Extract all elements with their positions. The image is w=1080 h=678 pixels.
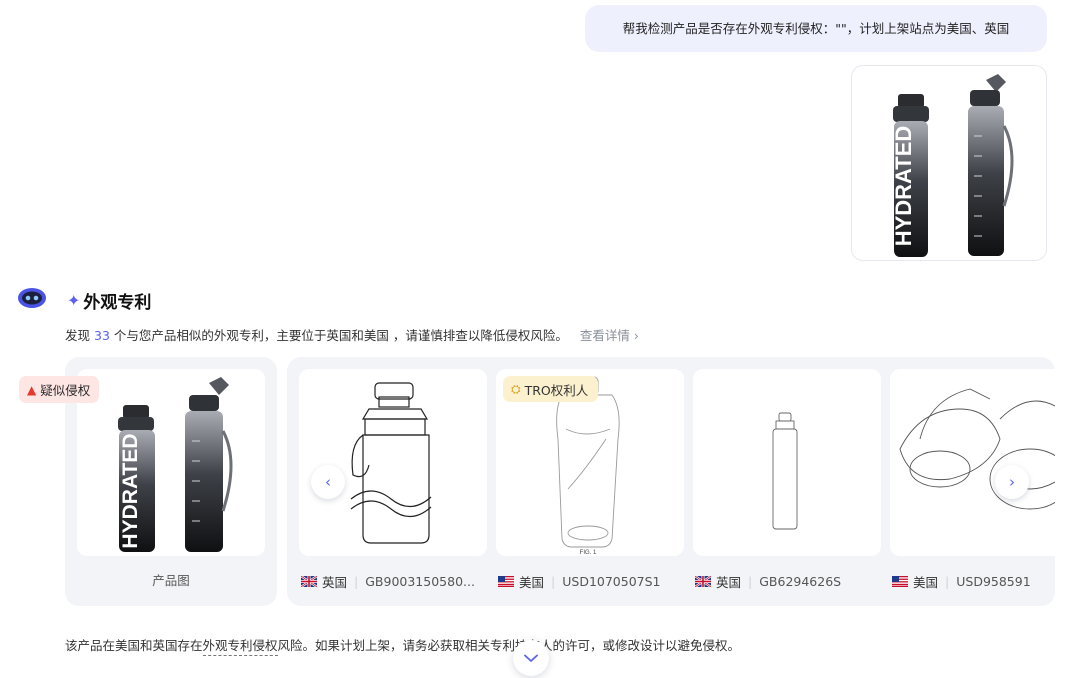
divider: | — [354, 574, 359, 589]
conclusion-prefix: 该产品在美国和英国存在 — [65, 638, 203, 653]
chevron-down-icon — [524, 654, 538, 662]
patent-drawing-4 — [899, 388, 1055, 510]
summary-prefix: 发现 — [65, 328, 91, 343]
svg-text:FIG. 1: FIG. 1 — [580, 550, 597, 556]
patent-drawing-1 — [350, 382, 432, 544]
product-image: HYDRATED — [77, 369, 265, 556]
patent-drawing — [299, 369, 487, 556]
patent-country: 美国 — [519, 575, 545, 590]
warning-icon: ▲ — [27, 382, 37, 397]
patent-number[interactable]: GB6294626S — [759, 574, 841, 589]
user-uploaded-image[interactable]: HYDRATED — [851, 65, 1047, 261]
conclusion-suffix: 风险。如果计划上架，请务必获取相关专利持有人的许可，或修改设计以避免侵权。 — [277, 638, 741, 653]
patent-drawing — [693, 369, 881, 556]
summary-suffix: 个与您产品相似的外观专利，主要位于英国和美国 ，请谨慎排查以降低侵权风险。 — [113, 328, 568, 343]
patent-drawing — [890, 369, 1055, 556]
suspected-infringement-badge: ▲ 疑似侵权 — [19, 376, 100, 403]
patent-number[interactable]: GB9003150580... — [365, 574, 475, 589]
chevron-left-icon: ‹ — [325, 473, 331, 491]
infringement-term[interactable]: 外观专利侵权 — [202, 638, 278, 656]
product-card-label: 产品图 — [152, 573, 190, 588]
product-photo: HYDRATED — [891, 74, 1014, 257]
tro-owner-badge: ⛭ TRO权利人 — [503, 376, 599, 402]
divider: | — [748, 574, 753, 589]
patent-meta: 英国 | GB9003150580... — [301, 572, 475, 591]
divider: | — [945, 574, 950, 589]
robot-icon — [18, 288, 46, 308]
carousel-next-button[interactable]: › — [995, 465, 1029, 499]
summary-text: 发现 33 个与您产品相似的外观专利，主要位于英国和美国 ，请谨慎排查以降低侵权… — [65, 325, 639, 344]
patent-country: 美国 — [913, 575, 939, 590]
uk-flag-icon — [695, 576, 711, 587]
product-photo-thumb: HYDRATED — [118, 377, 233, 552]
tro-owner-label: TRO权利人 — [524, 382, 589, 398]
section-title: ✦ 外观专利 — [67, 287, 151, 313]
view-details-link[interactable]: 查看详情 › — [580, 328, 639, 343]
divider: | — [551, 574, 556, 589]
user-message-bubble: 帮我检测产品是否存在外观专利侵权：""，计划上架站点为美国、英国 — [585, 5, 1047, 52]
user-message-text: 帮我检测产品是否存在外观专利侵权：""，计划上架站点为美国、英国 — [622, 21, 1010, 36]
patent-meta: 美国 | USD1070507S1 — [498, 572, 661, 591]
patent-country: 英国 — [322, 575, 348, 590]
us-flag-icon — [892, 576, 908, 587]
patent-drawing-3 — [772, 412, 798, 530]
bot-avatar — [17, 287, 47, 309]
section-title-text: 外观专利 — [83, 292, 152, 313]
patent-card[interactable]: FIG. 1 ⛭ TRO权利人 美国 | USD1070507S1 — [496, 369, 684, 606]
sparkle-icon: ✦ — [67, 290, 81, 310]
patent-card[interactable]: 英国 | GB6294626S — [693, 369, 881, 606]
patent-meta: 美国 | USD958591 — [892, 572, 1031, 591]
patent-number[interactable]: USD958591 — [956, 574, 1030, 589]
patent-carousel[interactable]: 英国 | GB9003150580... FIG. 1 ⛭ TRO权利人 美国 … — [287, 357, 1055, 606]
suspected-infringement-label: 疑似侵权 — [40, 383, 91, 398]
us-flag-icon — [498, 576, 514, 587]
patent-meta: 英国 | GB6294626S — [695, 572, 841, 591]
patent-count: 33 — [94, 328, 110, 343]
patent-card[interactable]: 美国 | USD958591 — [890, 369, 1055, 606]
conclusion-text: 该产品在美国和英国存在外观专利侵权风险。如果计划上架，请务必获取相关专利持有人的… — [65, 635, 741, 656]
patent-number[interactable]: USD1070507S1 — [562, 574, 660, 589]
uk-flag-icon — [301, 576, 317, 587]
svg-text:HYDRATED: HYDRATED — [891, 126, 916, 247]
person-icon: ⛭ — [511, 381, 521, 396]
carousel-prev-button[interactable]: ‹ — [311, 465, 345, 499]
svg-text:HYDRATED: HYDRATED — [119, 433, 142, 548]
chevron-right-icon: › — [1009, 473, 1015, 491]
patent-country: 英国 — [716, 575, 742, 590]
scroll-down-button[interactable] — [513, 640, 549, 676]
